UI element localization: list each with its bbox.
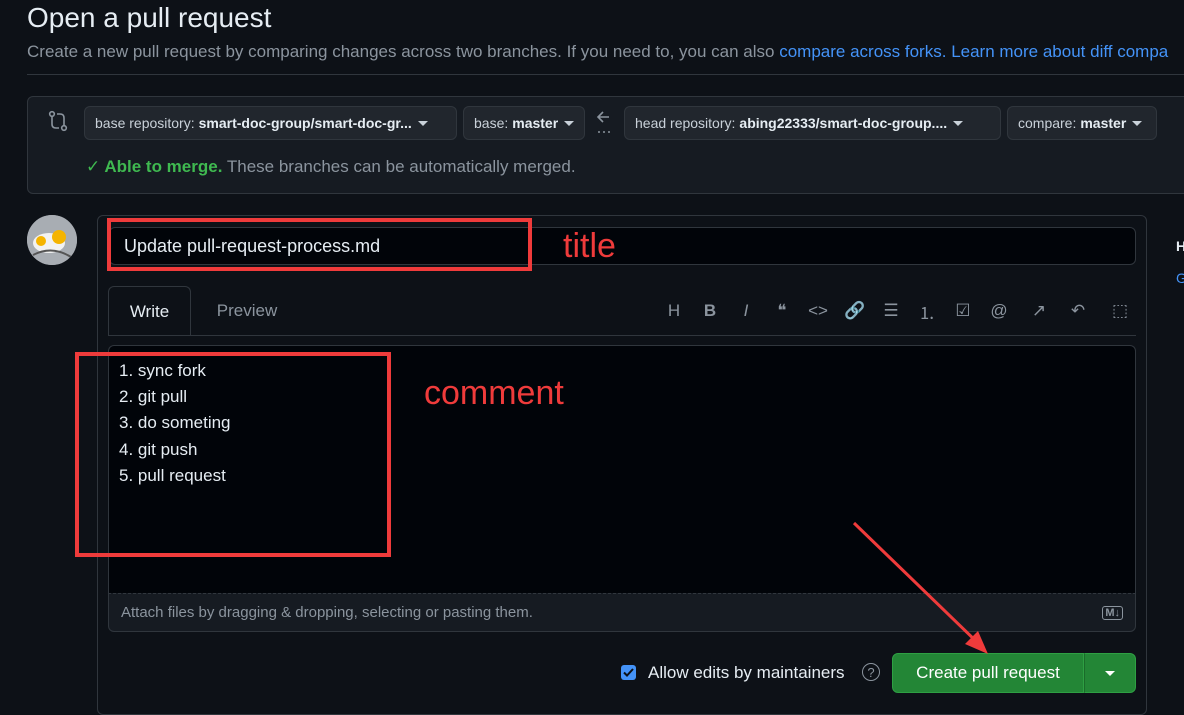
merge-message: These branches can be automatically merg… <box>222 157 576 176</box>
chevron-down-icon <box>417 120 428 126</box>
header-divider <box>27 74 1184 75</box>
compare-branch-label: compare: <box>1018 115 1077 131</box>
compare-across-forks-link[interactable]: compare across forks. <box>779 42 946 61</box>
heading-icon[interactable]: H <box>662 299 686 323</box>
tab-divider <box>108 335 1136 336</box>
compare-branch-value: master <box>1080 115 1127 131</box>
base-repo-value: smart-doc-group/smart-doc-gr... <box>198 115 412 131</box>
chevron-down-icon <box>564 120 575 126</box>
link-icon[interactable]: 🔗 <box>843 299 867 323</box>
comment-annotation-box <box>75 352 391 557</box>
chevron-down-icon <box>1132 120 1143 126</box>
markdown-icon: M↓ <box>1102 605 1123 620</box>
chevron-down-icon <box>953 120 964 126</box>
sidebar-cut-link[interactable]: G <box>1176 270 1184 286</box>
page-subtitle: Create a new pull request by comparing c… <box>27 42 1168 62</box>
head-repository-select[interactable]: head repository: abing22333/smart-doc-gro… <box>624 106 1001 140</box>
quote-icon[interactable]: ❝ <box>770 299 794 323</box>
comment-annotation-label: comment <box>424 374 564 412</box>
base-repository-select[interactable]: base repository: smart-doc-group/smart-do… <box>84 106 457 140</box>
base-branch-label: base: <box>474 115 509 131</box>
check-icon: ✓ <box>86 157 105 176</box>
create-options-dropdown[interactable] <box>1084 653 1136 693</box>
chevron-down-icon <box>1105 670 1115 676</box>
avatar[interactable] <box>27 215 77 265</box>
base-branch-select[interactable]: base: master <box>463 106 585 140</box>
page-title: Open a pull request <box>27 2 272 33</box>
italic-icon[interactable]: I <box>734 299 758 323</box>
merge-ok-text: Able to merge. <box>104 157 223 176</box>
title-annotation-box <box>107 218 532 271</box>
fullscreen-icon[interactable]: ⬚ <box>1108 299 1132 323</box>
head-repo-label: head repository: <box>635 115 736 131</box>
task-list-icon[interactable]: ☑ <box>951 299 975 323</box>
allow-edits-checkbox[interactable] <box>621 665 636 680</box>
bold-icon[interactable]: B <box>698 299 722 323</box>
arrow-left-icon <box>595 108 613 140</box>
base-repo-label: base repository: <box>95 115 195 131</box>
subtitle-text: Create a new pull request by comparing c… <box>27 42 780 61</box>
tab-preview[interactable]: Preview <box>192 286 302 336</box>
ordered-list-icon[interactable]: ⒈ <box>915 299 939 323</box>
attach-files-text: Attach files by dragging & dropping, sel… <box>121 604 533 621</box>
git-compare-icon <box>48 110 68 132</box>
tab-write[interactable]: Write <box>108 286 191 336</box>
compare-branch-select[interactable]: compare: master <box>1007 106 1157 140</box>
title-annotation-label: title <box>563 227 616 265</box>
merge-status: ✓ Able to merge. These branches can be a… <box>86 157 576 177</box>
mention-icon[interactable]: @ <box>987 299 1011 323</box>
help-icon[interactable]: ? <box>862 663 880 681</box>
head-repo-value: abing22333/smart-doc-group.... <box>739 115 948 131</box>
sidebar-cut-heading: H <box>1176 238 1184 254</box>
annotation-arrow <box>852 521 988 654</box>
unordered-list-icon[interactable]: ☰ <box>879 299 903 323</box>
base-branch-value: master <box>512 115 559 131</box>
reply-icon[interactable]: ↶ <box>1066 299 1090 323</box>
allow-edits-label[interactable]: Allow edits by maintainers <box>648 663 845 683</box>
cross-reference-icon[interactable]: ↗ <box>1027 299 1051 323</box>
code-icon[interactable]: <> <box>806 299 830 323</box>
learn-more-link[interactable]: Learn more about diff compa <box>951 42 1168 61</box>
